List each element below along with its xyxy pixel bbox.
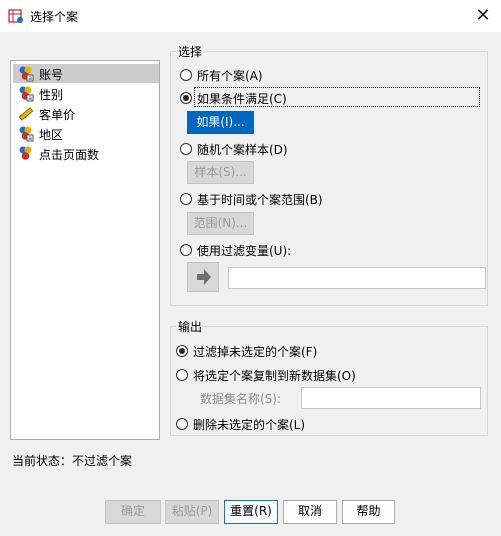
variable-label: 点击页面数 [39, 148, 100, 162]
radio-random-sample[interactable] [180, 143, 192, 155]
nominal-variable-icon: a [19, 126, 34, 142]
list-item-account[interactable]: a 账号 [13, 64, 159, 83]
label-random-sample: 随机个案样本(D) [197, 143, 288, 157]
variable-label: 性别 [39, 88, 64, 102]
label-if-condition: 如果条件满足(C) [197, 92, 287, 106]
svg-text:a: a [28, 135, 32, 142]
select-group-title: 选择 [176, 43, 205, 60]
if-button[interactable]: 如果(I)... [187, 111, 254, 134]
help-button[interactable]: 帮助 [342, 500, 395, 524]
radio-all-cases[interactable] [180, 69, 192, 81]
label-delete-unselected: 删除未选定的个案(L) [193, 418, 306, 432]
paste-button[interactable]: 粘贴(P) [165, 500, 219, 524]
label-filter-out: 过滤掉未选定的个案(F) [193, 345, 318, 359]
radio-filter-out[interactable] [176, 345, 188, 357]
range-button[interactable]: 范围(N)... [187, 212, 254, 235]
radio-if-condition[interactable] [180, 92, 192, 104]
radio-copy-new-dataset[interactable] [176, 369, 188, 381]
nominal-variable-icon: a [19, 86, 34, 102]
dataset-name-label: 数据集名称(S): [200, 392, 282, 406]
list-item-gender[interactable]: a 性别 [13, 84, 159, 103]
variable-list[interactable]: a 账号 a 性别 客单价 a 地区 点击页面数 [10, 60, 160, 440]
label-all-cases: 所有个案(A) [197, 69, 263, 83]
window-title: 选择个案 [30, 10, 79, 24]
arrow-right-icon [197, 269, 211, 285]
scale-ruler-icon [18, 107, 34, 121]
ok-button[interactable]: 确定 [105, 500, 161, 524]
label-copy-new-dataset: 将选定个案复制到新数据集(O) [193, 369, 356, 383]
variable-label: 账号 [39, 68, 64, 82]
close-icon[interactable]: ✕ [470, 5, 496, 27]
list-item-page-clicks[interactable]: 点击页面数 [13, 144, 159, 163]
output-group-title: 输出 [176, 318, 205, 335]
variable-label: 地区 [39, 128, 64, 142]
svg-text:a: a [28, 95, 32, 102]
title-bar: 选择个案 ✕ [0, 0, 501, 32]
spss-app-icon [8, 9, 23, 23]
radio-delete-unselected[interactable] [176, 418, 188, 430]
move-variable-button[interactable] [187, 262, 219, 292]
radio-filter-variable[interactable] [180, 244, 192, 256]
list-item-region[interactable]: a 地区 [13, 124, 159, 143]
svg-text:a: a [28, 75, 32, 82]
cancel-button[interactable]: 取消 [283, 500, 337, 524]
filter-variable-field[interactable] [228, 267, 486, 289]
list-item-unit-price[interactable]: 客单价 [13, 104, 159, 123]
current-status: 当前状态：不过滤个案 [12, 454, 133, 468]
ordinal-variable-icon [19, 146, 32, 160]
dataset-name-input[interactable] [301, 387, 481, 409]
variable-label: 客单价 [39, 108, 76, 122]
radio-time-range[interactable] [180, 193, 192, 205]
reset-button[interactable]: 重置(R) [224, 500, 278, 524]
label-time-range: 基于时间或个案范围(B) [197, 193, 323, 207]
nominal-variable-icon: a [19, 66, 34, 82]
sample-button[interactable]: 样本(S)... [187, 161, 254, 184]
label-filter-variable: 使用过滤变量(U): [197, 244, 292, 258]
